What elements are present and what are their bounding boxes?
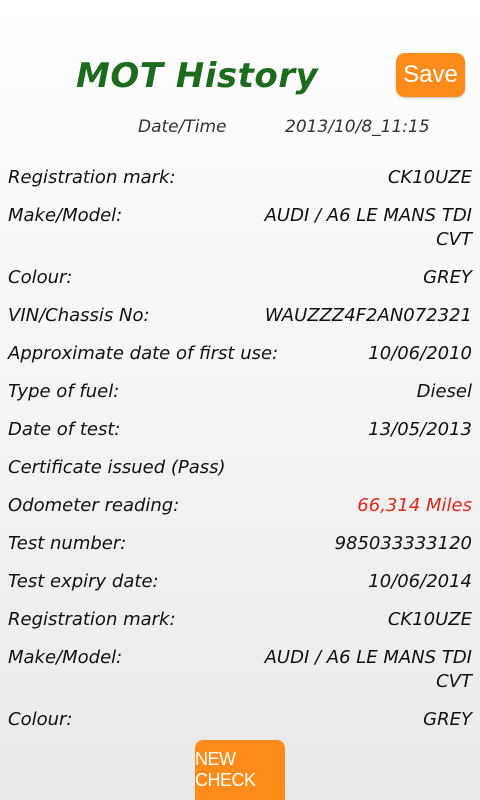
row-make-model-2: Make/Model: AUDI / A6 LE MANS TDI CVT [0,646,480,708]
value-colour-2: GREY [423,709,472,730]
new-check-button[interactable]: NEW CHECK [195,740,285,800]
value-registration-mark-2: CK10UZE [387,609,472,630]
row-registration-mark: Registration mark: CK10UZE [0,166,480,204]
label-registration-mark: Registration mark: [8,167,176,188]
label-test-expiry: Test expiry date: [8,571,159,592]
value-registration-mark: CK10UZE [387,167,472,188]
label-test-date: Date of test: [8,419,121,440]
row-colour: Colour: GREY [0,266,480,304]
label-certificate-issued: Certificate issued (Pass) [8,457,226,478]
row-certificate-issued: Certificate issued (Pass) [0,456,480,494]
row-test-date: Date of test: 13/05/2013 [0,418,480,456]
datetime-value: 2013/10/8_11:15 [285,117,430,137]
row-odometer: Odometer reading: 66,314 Miles [0,494,480,532]
row-first-use-date: Approximate date of first use: 10/06/201… [0,342,480,380]
value-odometer: 66,314 Miles [357,495,472,516]
value-test-date: 13/05/2013 [368,419,472,440]
label-make-model-2: Make/Model: [8,647,123,668]
mot-details-list[interactable]: Registration mark: CK10UZE Make/Model: A… [0,166,480,746]
label-vin: VIN/Chassis No: [8,305,150,326]
row-test-number: Test number: 985033333120 [0,532,480,570]
header: MOT History Save Date/Time 2013/10/8_11:… [0,0,480,150]
label-colour: Colour: [8,267,73,288]
label-fuel-type: Type of fuel: [8,381,120,402]
value-fuel-type: Diesel [416,381,472,402]
value-first-use-date: 10/06/2010 [368,343,472,364]
row-vin: VIN/Chassis No: WAUZZZ4F2AN072321 [0,304,480,342]
label-odometer: Odometer reading: [8,495,180,516]
label-registration-mark-2: Registration mark: [8,609,176,630]
row-fuel-type: Type of fuel: Diesel [0,380,480,418]
row-make-model: Make/Model: AUDI / A6 LE MANS TDI CVT [0,204,480,266]
label-make-model: Make/Model: [8,205,123,226]
row-test-expiry: Test expiry date: 10/06/2014 [0,570,480,608]
value-test-number: 985033333120 [334,533,472,554]
value-vin: WAUZZZ4F2AN072321 [264,305,472,326]
save-button[interactable]: Save [396,53,465,97]
datetime-label: Date/Time [138,117,227,137]
value-test-expiry: 10/06/2014 [368,571,472,592]
value-make-model: AUDI / A6 LE MANS TDI CVT [264,205,472,250]
label-first-use-date: Approximate date of first use: [8,343,279,364]
value-colour: GREY [423,267,472,288]
value-make-model-2: AUDI / A6 LE MANS TDI CVT [264,647,472,692]
label-colour-2: Colour: [8,709,73,730]
row-registration-mark-2: Registration mark: CK10UZE [0,608,480,646]
label-test-number: Test number: [8,533,127,554]
page-title: MOT History [76,56,319,96]
